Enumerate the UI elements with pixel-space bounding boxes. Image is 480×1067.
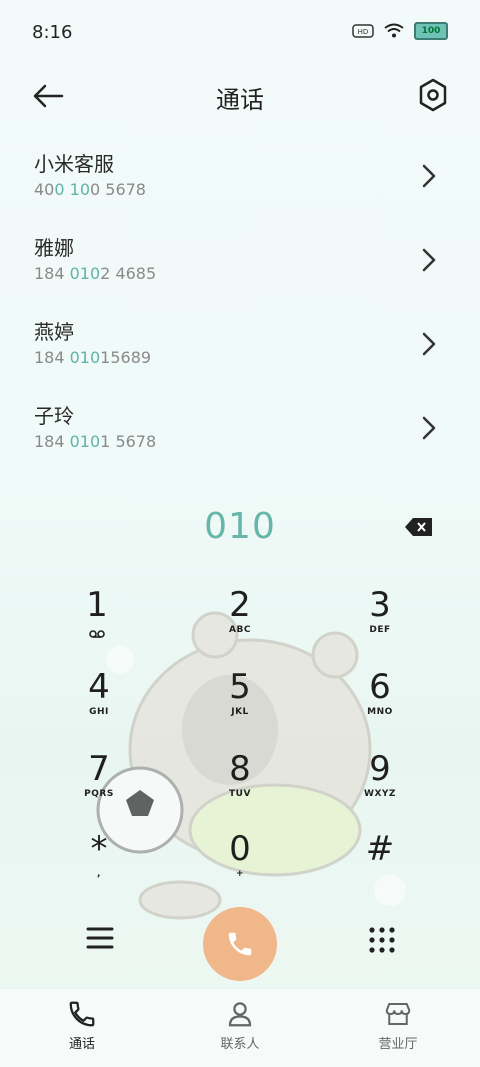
bottom-nav: 通话 联系人 营业厅 bbox=[0, 988, 480, 1067]
key-1[interactable]: 1 bbox=[52, 586, 142, 658]
nav-tab-store[interactable]: 营业厅 bbox=[348, 999, 448, 1052]
voicemail-icon bbox=[89, 630, 105, 638]
contact-number: 184 01015689 bbox=[34, 348, 152, 367]
contact-name: 雅娜 bbox=[34, 236, 74, 260]
key-3[interactable]: 3 DEF bbox=[335, 586, 425, 658]
contact-number: 184 0101 5678 bbox=[34, 432, 157, 451]
contact-number: 184 0102 4685 bbox=[34, 264, 157, 283]
contact-name: 燕婷 bbox=[34, 320, 74, 344]
status-time: 8:16 bbox=[32, 22, 73, 43]
key-8[interactable]: 8 TUV bbox=[195, 750, 285, 822]
title-bar: 通话 bbox=[0, 68, 480, 124]
key-hash[interactable]: # bbox=[335, 830, 425, 902]
key-5[interactable]: 5 JKL bbox=[195, 668, 285, 740]
hd-icon: HD bbox=[352, 24, 374, 38]
contact-name: 子玲 bbox=[34, 404, 74, 428]
page-title: 通话 bbox=[216, 86, 264, 114]
contact-row[interactable]: 小米客服 400 100 5678 bbox=[0, 136, 480, 220]
nav-label: 联系人 bbox=[220, 1037, 260, 1052]
chevron-right-icon[interactable] bbox=[420, 162, 438, 190]
svg-text:HD: HD bbox=[358, 28, 369, 36]
backspace-icon[interactable] bbox=[404, 517, 434, 537]
nav-tab-contacts[interactable]: 联系人 bbox=[190, 999, 290, 1052]
contact-row[interactable]: 子玲 184 0101 5678 bbox=[0, 388, 480, 472]
key-star[interactable]: *, bbox=[54, 830, 144, 902]
key-2[interactable]: 2 ABC bbox=[195, 586, 285, 658]
contact-number: 400 100 5678 bbox=[34, 180, 146, 199]
store-icon bbox=[385, 1003, 411, 1025]
contact-suggestions: 小米客服 400 100 5678 雅娜 184 0102 4685 燕婷 18… bbox=[0, 136, 480, 472]
nav-label: 通话 bbox=[68, 1037, 95, 1052]
phone-icon bbox=[69, 1001, 95, 1027]
contact-name: 小米客服 bbox=[34, 152, 114, 176]
nav-label: 营业厅 bbox=[378, 1037, 418, 1052]
contact-row[interactable]: 雅娜 184 0102 4685 bbox=[0, 220, 480, 304]
key-9[interactable]: 9 WXYZ bbox=[335, 750, 425, 822]
nav-tab-calls[interactable]: 通话 bbox=[32, 999, 132, 1052]
person-icon bbox=[228, 1002, 252, 1027]
chevron-right-icon[interactable] bbox=[420, 330, 438, 358]
contact-row[interactable]: 燕婷 184 01015689 bbox=[0, 304, 480, 388]
wifi-icon bbox=[384, 23, 404, 38]
key-7[interactable]: 7 PQRS bbox=[54, 750, 144, 822]
key-0[interactable]: 0 + bbox=[195, 830, 285, 902]
key-6[interactable]: 6 MNO bbox=[335, 668, 425, 740]
battery-icon: 100 bbox=[414, 22, 448, 40]
chevron-right-icon[interactable] bbox=[420, 246, 438, 274]
menu-icon[interactable] bbox=[86, 926, 114, 950]
call-button[interactable] bbox=[203, 907, 277, 981]
status-bar: 8:16 HD 100 bbox=[0, 0, 480, 68]
chevron-right-icon[interactable] bbox=[420, 414, 438, 442]
dialpad-icon[interactable] bbox=[368, 926, 396, 954]
status-icons: HD 100 bbox=[352, 22, 448, 40]
phone-icon bbox=[228, 932, 252, 956]
settings-icon[interactable] bbox=[418, 78, 448, 112]
key-4[interactable]: 4 GHI bbox=[54, 668, 144, 740]
